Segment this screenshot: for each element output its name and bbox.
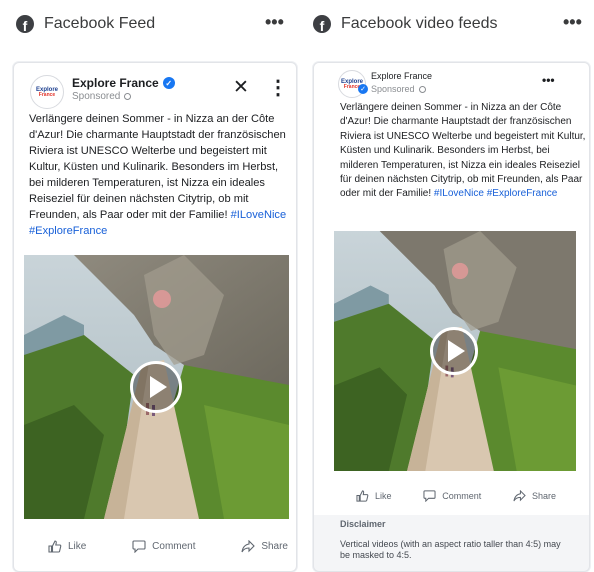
column-menu-icon[interactable]: ••• — [563, 12, 582, 33]
hashtag-link[interactable]: #ExploreFrance — [487, 188, 558, 199]
facebook-icon: f — [16, 15, 34, 33]
hashtag-link[interactable]: #ILoveNice — [434, 188, 484, 199]
column-title: Facebook Feed — [44, 15, 156, 32]
share-label: Share — [261, 541, 288, 552]
post-body-text: Verlängere deinen Sommer - in Nizza an d… — [340, 102, 586, 200]
play-button[interactable] — [430, 327, 478, 375]
share-button[interactable]: Share — [241, 540, 288, 553]
play-icon — [448, 340, 465, 362]
share-button[interactable]: Share — [513, 490, 556, 502]
page-name-text: Explore France — [72, 76, 159, 90]
like-label: Like — [375, 491, 392, 501]
more-options-icon[interactable]: ••• — [542, 73, 555, 87]
like-button[interactable]: Like — [356, 490, 392, 502]
more-options-icon[interactable]: ⋮ — [268, 75, 288, 100]
play-icon — [150, 376, 167, 398]
facebook-feed-column: f Facebook Feed ••• Explore France Explo… — [0, 0, 297, 572]
page-name[interactable]: Explore France ✓ — [72, 76, 175, 90]
page-logo: Explore France — [30, 75, 64, 109]
logo-text-bottom: France — [38, 91, 56, 98]
post-body-text: Verlängere deinen Sommer - in Nizza an d… — [29, 113, 286, 221]
comment-label: Comment — [152, 541, 196, 552]
hashtag-link[interactable]: #ILoveNice — [231, 209, 287, 221]
post-actions: Like Comment Share — [48, 540, 288, 553]
sponsored-text: Sponsored — [72, 91, 121, 102]
share-icon — [241, 540, 256, 553]
facebook-video-feeds-column: f Facebook video feeds ••• Explore Franc… — [297, 0, 594, 572]
comment-button[interactable]: Comment — [423, 490, 481, 502]
sponsored-label: ✓ Sponsored — [358, 84, 426, 94]
globe-icon — [418, 85, 426, 93]
page-name-text: Explore France — [371, 71, 433, 81]
globe-icon — [124, 93, 132, 100]
share-label: Share — [531, 491, 556, 501]
column-menu-icon[interactable]: ••• — [265, 12, 284, 33]
column-header: f Facebook Feed — [16, 13, 155, 35]
disclaimer-title: Disclaimer — [340, 519, 386, 529]
like-label: Like — [68, 541, 87, 552]
comment-label: Comment — [442, 491, 482, 501]
page-name[interactable]: Explore France — [371, 71, 432, 81]
column-title: Facebook video feeds — [341, 15, 498, 32]
like-button[interactable]: Like — [48, 540, 86, 553]
column-header: f Facebook video feeds — [313, 13, 498, 35]
sponsored-label: Sponsored — [72, 91, 132, 102]
disclaimer-text: Vertical videos (with an aspect ratio ta… — [340, 539, 561, 560]
video-thumbnail[interactable] — [334, 231, 576, 471]
share-icon — [513, 490, 526, 502]
video-thumbnail[interactable] — [24, 255, 289, 519]
comment-icon — [132, 540, 146, 553]
facebook-icon: f — [313, 15, 331, 33]
like-icon — [356, 490, 369, 502]
verified-badge-icon: ✓ — [162, 77, 175, 89]
close-icon[interactable]: ✕ — [233, 76, 249, 99]
ad-preview-card: Explore France Explore France ✓ Sponsore… — [13, 62, 297, 572]
comment-button[interactable]: Comment — [132, 540, 196, 553]
post-body: Verlängere deinen Sommer - in Nizza an d… — [29, 111, 291, 239]
sponsored-text: Sponsored — [371, 84, 415, 94]
post-actions: Like Comment Share — [356, 490, 556, 502]
verified-badge-icon: ✓ — [358, 84, 368, 94]
comment-icon — [423, 490, 436, 502]
post-body: Verlängere deinen Sommer - in Nizza an d… — [340, 101, 586, 202]
play-button[interactable] — [130, 361, 182, 413]
hashtag-link[interactable]: #ExploreFrance — [29, 225, 107, 237]
like-icon — [48, 540, 62, 553]
ad-preview-card: Explore France Explore France ✓ Sponsore… — [313, 62, 590, 572]
